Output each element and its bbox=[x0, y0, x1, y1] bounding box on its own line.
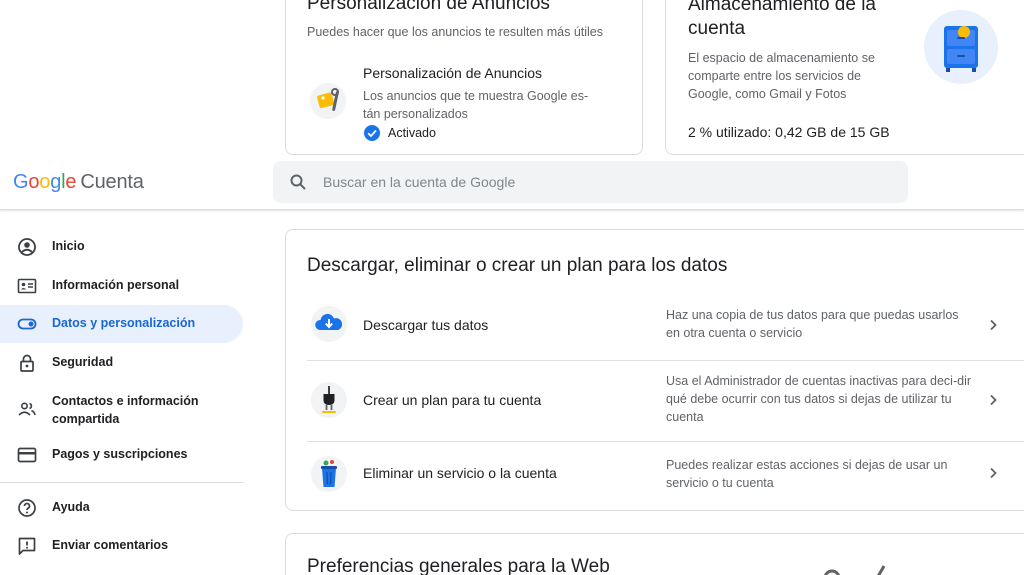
sidebar-item-label: Inicio bbox=[52, 239, 85, 253]
plug-icon bbox=[311, 382, 347, 418]
card-title: Preferencias generales para la Web bbox=[307, 556, 610, 575]
sidebar-item-seguridad[interactable]: Seguridad bbox=[0, 344, 243, 382]
trash-bin-icon bbox=[311, 456, 347, 492]
row-title: Eliminar un servicio o la cuenta bbox=[363, 465, 557, 481]
sidebar-item-ayuda[interactable]: Ayuda bbox=[0, 489, 243, 527]
ads-card-title: Personalización de Anuncios bbox=[307, 0, 550, 14]
ads-status-text: Activado bbox=[388, 126, 436, 140]
google-account-logo[interactable]: Google Cuenta bbox=[13, 171, 144, 194]
row-description: Haz una copia de tus datos para que pued… bbox=[666, 308, 959, 340]
storage-usage-text: 2 % utilizado: 0,42 GB de 15 GB bbox=[688, 124, 890, 140]
web-preferences-card[interactable]: Preferencias generales para la Web bbox=[285, 533, 1024, 575]
lock-icon bbox=[17, 353, 37, 373]
sidebar-divider bbox=[0, 482, 243, 483]
row-delete-service[interactable]: Eliminar un servicio o la cuenta Puedes … bbox=[307, 442, 1024, 510]
sidebar-item-pagos[interactable]: Pagos y suscripciones bbox=[0, 436, 243, 474]
sidebar-item-label: Contactos e información compartida bbox=[52, 394, 199, 426]
help-icon bbox=[17, 498, 37, 518]
chevron-right-icon bbox=[985, 392, 1001, 408]
storage-card-title: Almacenamiento de la cuenta bbox=[688, 0, 876, 39]
id-card-icon bbox=[17, 276, 37, 296]
storage-cabinet-icon bbox=[924, 10, 998, 84]
ads-personalization-card[interactable]: Personalización de Anuncios Puedes hacer… bbox=[285, 0, 643, 155]
sidebar-item-label: Ayuda bbox=[52, 500, 90, 514]
ads-item-description: Los anuncios que te muestra Google es-tá… bbox=[363, 89, 589, 121]
sidebar-item-informacion-personal[interactable]: Información personal bbox=[0, 267, 243, 305]
sidebar-item-enviar-comentarios[interactable]: Enviar comentarios bbox=[0, 527, 243, 565]
ads-item-title: Personalización de Anuncios bbox=[363, 65, 543, 81]
sidebar-item-contactos[interactable]: Contactos e información compartida bbox=[0, 390, 243, 428]
search-icon[interactable] bbox=[289, 173, 307, 191]
top-app-bar: Google Cuenta bbox=[0, 155, 1024, 210]
row-description: Usa el Administrador de cuentas inactiva… bbox=[666, 374, 972, 424]
top-scrolled-area: Personalización de Anuncios Puedes hacer… bbox=[0, 0, 1024, 155]
sidebar-item-datos-personalizacion[interactable]: Datos y personalización bbox=[0, 305, 243, 343]
people-icon bbox=[17, 399, 37, 419]
sidebar-item-label: Seguridad bbox=[52, 355, 114, 369]
row-plan-account[interactable]: Crear un plan para tu cuenta Usa el Admi… bbox=[307, 361, 1024, 441]
check-circle-icon bbox=[364, 125, 380, 141]
row-title: Crear un plan para tu cuenta bbox=[363, 392, 542, 408]
product-name: Cuenta bbox=[80, 171, 144, 193]
account-circle-icon bbox=[17, 237, 37, 257]
card-title: Descargar, eliminar o crear un plan para… bbox=[307, 255, 728, 276]
chevron-right-icon bbox=[985, 317, 1001, 333]
sidebar-item-label: Información personal bbox=[52, 278, 180, 292]
sidebar-item-inicio[interactable]: Inicio bbox=[0, 228, 243, 266]
feedback-icon bbox=[17, 536, 37, 556]
search-input[interactable] bbox=[323, 161, 883, 203]
google-logo-text: Google bbox=[13, 171, 77, 193]
ads-card-subtitle: Puedes hacer que los anuncios te resulte… bbox=[307, 25, 604, 39]
row-download-data[interactable]: Descargar tus datos Haz una copia de tus… bbox=[307, 300, 1024, 360]
storage-card-description: El espacio de almacenamiento se comparte… bbox=[688, 51, 875, 101]
google-account-page: Personalización de Anuncios Puedes hacer… bbox=[0, 0, 1024, 575]
cloud-download-icon bbox=[311, 306, 347, 342]
sidebar-item-label: Enviar comentarios bbox=[52, 538, 169, 552]
data-download-delete-card: Descargar, eliminar o crear un plan para… bbox=[285, 229, 1024, 511]
sidebar-nav: Inicio Información personal Datos y pers… bbox=[0, 211, 256, 575]
chevron-right-icon bbox=[985, 465, 1001, 481]
row-title: Descargar tus datos bbox=[363, 317, 489, 333]
search-bar[interactable] bbox=[273, 161, 908, 203]
sidebar-item-label: Datos y personalización bbox=[52, 316, 196, 330]
sidebar-item-label: Pagos y suscripciones bbox=[52, 447, 188, 461]
ad-tag-wrench-icon bbox=[310, 83, 346, 119]
toggle-icon bbox=[17, 314, 37, 334]
row-description: Puedes realizar estas acciones si dejas … bbox=[666, 458, 948, 490]
preferences-illustration bbox=[816, 562, 916, 575]
credit-card-icon bbox=[17, 445, 37, 465]
account-storage-card[interactable]: Almacenamiento de la cuenta El espacio d… bbox=[665, 0, 1024, 155]
